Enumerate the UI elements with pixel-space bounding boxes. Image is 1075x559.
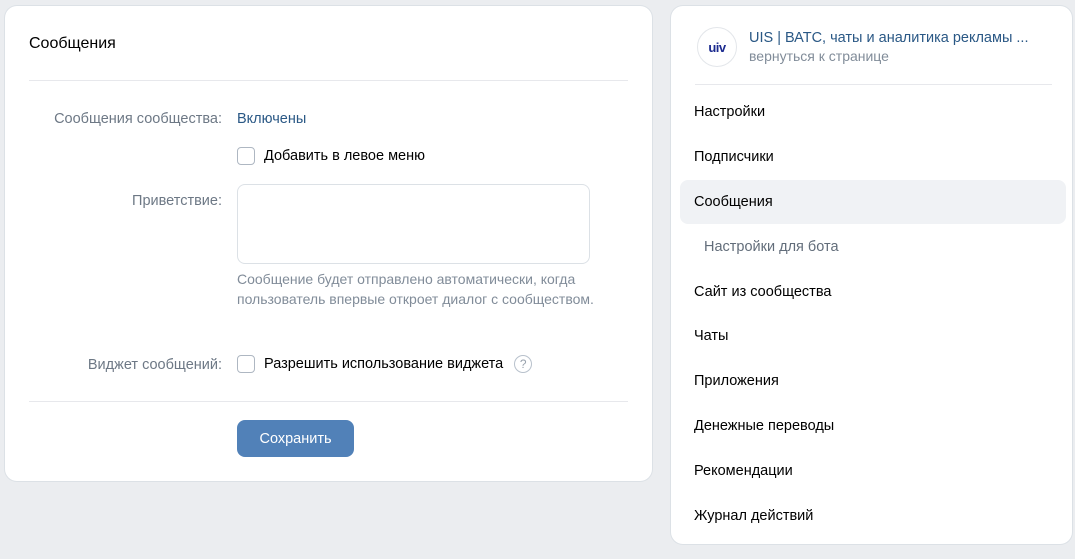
add-to-left-menu-label: Добавить в левое меню (264, 148, 425, 164)
nav-divider (695, 84, 1052, 85)
nav-item-settings[interactable]: Настройки (680, 90, 1066, 135)
nav-item-action-log[interactable]: Журнал действий (680, 493, 1066, 538)
group-header[interactable]: uiv UIS | ВАТС, чаты и аналитика рекламы… (697, 27, 1029, 67)
add-to-left-menu-checkbox[interactable]: Добавить в левое меню (237, 147, 425, 165)
community-messages-label: Сообщения сообщества: (54, 111, 222, 127)
nav-item-money-transfers[interactable]: Денежные переводы (680, 404, 1066, 449)
nav-item-apps[interactable]: Приложения (680, 359, 1066, 404)
group-name-link[interactable]: UIS | ВАТС, чаты и аналитика рекламы ... (749, 30, 1029, 46)
nav-item-chats[interactable]: Чаты (680, 314, 1066, 359)
greeting-input[interactable] (237, 184, 590, 264)
save-button[interactable]: Сохранить (237, 420, 354, 457)
community-nav-card: uiv UIS | ВАТС, чаты и аналитика рекламы… (671, 6, 1072, 544)
question-circle-icon[interactable]: ? (514, 355, 533, 373)
community-messages-status-link[interactable]: Включены (237, 111, 306, 127)
title-divider (29, 80, 628, 81)
greeting-hint: Сообщение будет отправлено автоматически… (237, 271, 594, 307)
greeting-label: Приветствие: (132, 193, 222, 209)
allow-widget-checkbox[interactable]: Разрешить использование виджета ? (237, 355, 533, 373)
back-to-page-link[interactable]: вернуться к странице (749, 48, 1029, 64)
group-avatar[interactable]: uiv (697, 27, 737, 67)
nav-item-subscribers[interactable]: Подписчики (680, 135, 1066, 180)
checkbox-unchecked-icon[interactable] (237, 355, 255, 373)
page-title: Сообщения (29, 35, 116, 52)
allow-widget-label: Разрешить использование виджета (264, 356, 504, 372)
nav-item-community-site[interactable]: Сайт из сообщества (680, 269, 1066, 314)
settings-nav: Настройки Подписчики Сообщения Настройки… (680, 90, 1066, 538)
nav-item-messages[interactable]: Сообщения (680, 179, 1066, 225)
nav-item-recommendations[interactable]: Рекомендации (680, 448, 1066, 493)
form-divider (29, 401, 628, 402)
messages-settings-card: Сообщения Сообщения сообщества: Включены… (5, 6, 652, 481)
nav-item-bot-settings[interactable]: Настройки для бота (680, 224, 1066, 269)
widget-label: Виджет сообщений: (87, 357, 222, 373)
checkbox-unchecked-icon[interactable] (237, 147, 255, 165)
